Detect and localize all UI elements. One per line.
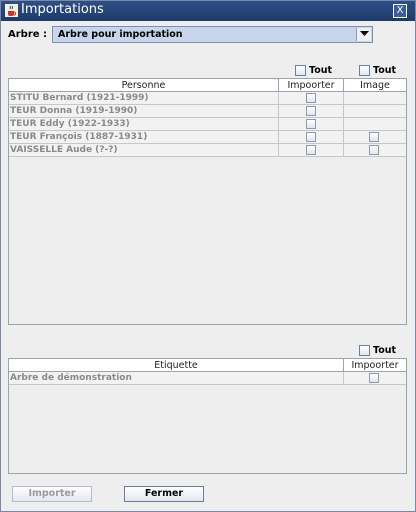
- import-cell: [279, 118, 344, 130]
- importations-dialog: Importations X Arbre : Arbre pour import…: [0, 0, 416, 512]
- person-name: TEUR Donna (1919-1990): [9, 105, 279, 117]
- person-name: STITU Bernard (1921-1999): [9, 92, 279, 104]
- label-name: Arbre de démonstration: [9, 372, 344, 384]
- table-row[interactable]: TEUR Eddy (1922-1933): [9, 118, 406, 131]
- person-name: TEUR Eddy (1922-1933): [9, 118, 279, 130]
- import-button[interactable]: Importer: [12, 486, 92, 502]
- column-header-person[interactable]: Personne: [9, 79, 279, 92]
- column-header-import[interactable]: Impoorter: [279, 79, 344, 92]
- all-image-checkbox[interactable]: [359, 65, 370, 76]
- tree-select[interactable]: Arbre pour importation: [52, 26, 373, 43]
- import-checkbox[interactable]: [369, 373, 379, 383]
- import-cell: [279, 105, 344, 117]
- labels-table: Etiquette Impoorter Arbre de démonstrati…: [8, 358, 407, 474]
- window-title: Importations: [21, 2, 104, 17]
- image-cell: [344, 118, 406, 130]
- java-coffee-icon: [5, 4, 18, 17]
- image-cell: [344, 131, 406, 143]
- table-row[interactable]: Arbre de démonstration: [9, 372, 406, 385]
- image-checkbox[interactable]: [369, 145, 379, 155]
- close-window-button[interactable]: X: [393, 4, 407, 18]
- all-import-checkbox[interactable]: [295, 65, 306, 76]
- all-labels-label: Tout: [373, 345, 397, 356]
- import-cell: [279, 144, 344, 156]
- column-header-label[interactable]: Etiquette: [9, 359, 344, 372]
- import-checkbox[interactable]: [306, 106, 316, 116]
- import-checkbox[interactable]: [306, 145, 316, 155]
- person-name: TEUR François (1887-1931): [9, 131, 279, 143]
- image-checkbox[interactable]: [369, 132, 379, 142]
- persons-table: Personne Impoorter Image STITU Bernard (…: [8, 78, 407, 325]
- image-cell: [344, 105, 406, 117]
- all-labels-checkbox[interactable]: [359, 345, 370, 356]
- table-row[interactable]: TEUR François (1887-1931): [9, 131, 406, 144]
- image-cell: [344, 92, 406, 104]
- column-header-image[interactable]: Image: [344, 79, 406, 92]
- all-image-label: Tout: [373, 65, 397, 76]
- labels-table-header: Etiquette Impoorter: [9, 359, 406, 372]
- image-cell: [344, 144, 406, 156]
- table-row[interactable]: VAISSELLE Aude (?-?): [9, 144, 406, 157]
- title-bar[interactable]: Importations X: [1, 1, 415, 21]
- import-cell: [344, 372, 406, 384]
- chevron-down-icon[interactable]: [356, 28, 371, 41]
- column-header-import[interactable]: Impoorter: [344, 359, 406, 372]
- import-cell: [279, 92, 344, 104]
- table-row[interactable]: TEUR Donna (1919-1990): [9, 105, 406, 118]
- import-checkbox[interactable]: [306, 132, 316, 142]
- all-import-label: Tout: [309, 65, 333, 76]
- import-checkbox[interactable]: [306, 119, 316, 129]
- tree-select-value: Arbre pour importation: [58, 29, 183, 40]
- persons-table-header: Personne Impoorter Image: [9, 79, 406, 92]
- table-row[interactable]: STITU Bernard (1921-1999): [9, 92, 406, 105]
- close-button[interactable]: Fermer: [124, 486, 204, 502]
- person-name: VAISSELLE Aude (?-?): [9, 144, 279, 156]
- import-checkbox[interactable]: [306, 93, 316, 103]
- import-cell: [279, 131, 344, 143]
- tree-label: Arbre :: [8, 29, 48, 40]
